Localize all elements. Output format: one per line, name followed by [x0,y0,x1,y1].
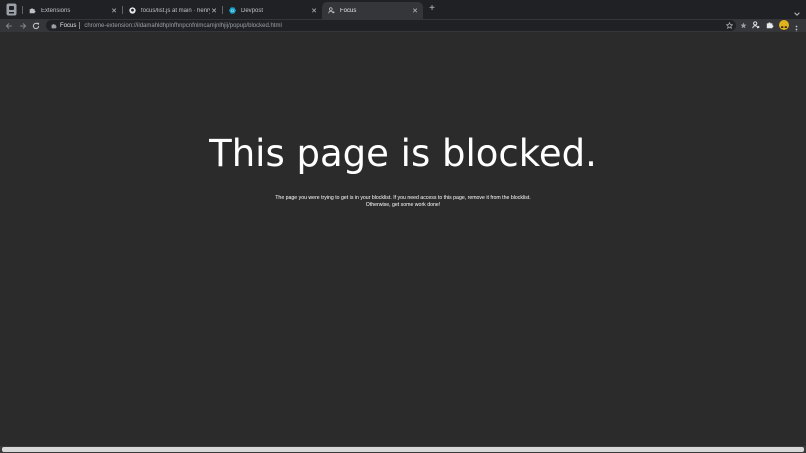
puzzle-icon [51,23,57,29]
github-icon [129,7,136,14]
forward-button[interactable] [17,20,28,31]
site-origin-label: Focus [60,22,77,29]
menu-kebab-icon[interactable] [794,21,799,34]
back-arrow-icon [5,22,12,29]
puzzle-icon [29,7,36,14]
address-bar[interactable]: Focus chrome-extension://ildamahldhplnfh… [46,20,736,31]
focus-extension-icon[interactable] [752,21,760,29]
extension-star-icon[interactable] [739,21,747,29]
back-button[interactable] [3,20,14,31]
close-icon[interactable]: ✕ [310,7,318,15]
blocked-message-line-2: Otherwise, get some work done! [365,201,441,208]
browser-toolbar: Focus chrome-extension://ildamahldhplnfh… [0,19,806,34]
tab-title: Extensions [41,7,71,14]
tab-extensions[interactable]: Extensions ✕ [23,2,122,19]
scrollbar-thumb[interactable] [2,447,804,452]
tab-focus[interactable]: Focus ✕ [322,2,423,19]
extensions-puzzle-icon[interactable] [766,21,774,29]
tab-title: focus/list.js at main · henry-lo [141,7,210,14]
close-icon[interactable]: ✕ [110,7,118,15]
focus-icon [328,7,335,14]
divider [79,22,81,29]
reload-button[interactable] [30,20,41,31]
tab-title: Devpost [241,7,264,14]
chevron-down-icon[interactable] [793,5,801,16]
star-icon[interactable] [725,21,734,29]
close-icon[interactable]: ✕ [210,7,218,15]
reload-icon [32,22,39,29]
blocked-heading: This page is blocked. [209,132,597,175]
tab-title: Focus [340,7,357,14]
tab-group-icon[interactable] [6,3,17,16]
page-content: This page is blocked. The page you were … [0,32,806,446]
new-tab-button[interactable]: + [427,4,437,14]
tab-strip: Extensions ✕ focus/list.js at main · hen… [0,0,806,19]
blocked-message: The page you were trying to get is in yo… [0,195,806,208]
tab-devpost[interactable]: D Devpost ✕ [223,2,322,19]
tab-github[interactable]: focus/list.js at main · henry-lo ✕ [123,2,222,19]
svg-text:D: D [231,9,234,13]
url-text[interactable]: chrome-extension://ildamahldhplnfhnpcnfn… [84,23,281,29]
devpost-icon: D [229,7,236,14]
close-icon[interactable]: ✕ [411,7,419,15]
profile-avatar[interactable] [779,20,789,31]
horizontal-scrollbar[interactable] [0,446,806,453]
forward-arrow-icon [19,22,26,29]
